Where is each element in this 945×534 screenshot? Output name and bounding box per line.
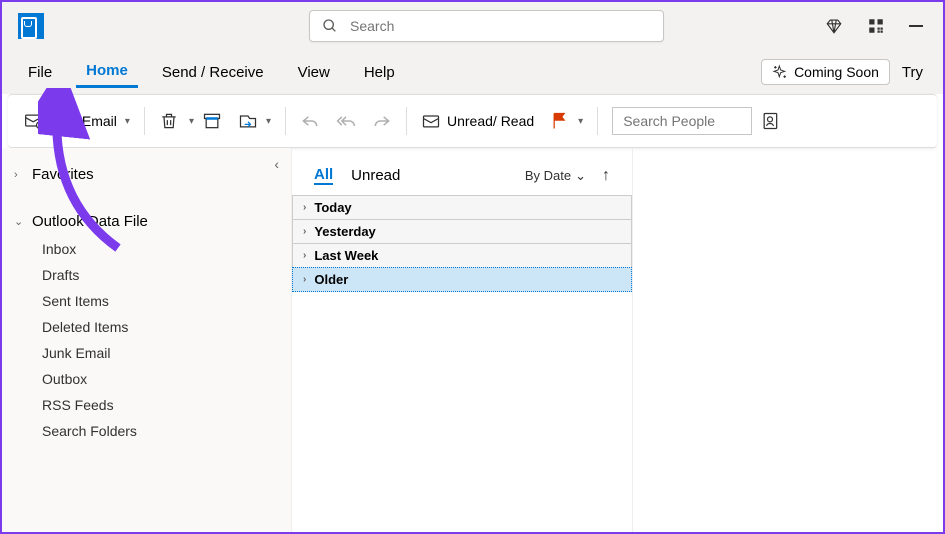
move-button[interactable]: ▾ xyxy=(230,107,279,135)
reply-all-icon xyxy=(336,111,356,131)
folder-search-folders[interactable]: Search Folders xyxy=(30,418,291,444)
group-today[interactable]: › Today xyxy=(292,195,632,219)
title-bar xyxy=(2,2,943,50)
filter-bar: All Unread By Date ⌄ ↑ xyxy=(292,166,632,195)
sparkle-icon xyxy=(772,64,788,80)
folder-sent-items[interactable]: Sent Items xyxy=(30,288,291,314)
tab-send-receive[interactable]: Send / Receive xyxy=(152,58,274,87)
search-icon xyxy=(322,18,338,34)
separator xyxy=(285,107,286,135)
archive-button[interactable] xyxy=(194,107,230,135)
group-label: Older xyxy=(314,272,348,287)
tab-home[interactable]: Home xyxy=(76,56,138,88)
filter-all[interactable]: All xyxy=(314,166,333,185)
reply-button[interactable] xyxy=(292,107,328,135)
data-file-section[interactable]: ⌄ Outlook Data File xyxy=(2,207,291,236)
data-file-label: Outlook Data File xyxy=(32,213,148,230)
tab-help[interactable]: Help xyxy=(354,58,405,87)
sort-by-button[interactable]: By Date ⌄ ↑ xyxy=(525,167,610,185)
group-last-week[interactable]: › Last Week xyxy=(292,243,632,267)
search-input[interactable] xyxy=(350,18,651,34)
tab-file[interactable]: File xyxy=(18,58,62,87)
tab-try[interactable]: Try xyxy=(898,58,927,87)
unread-read-button[interactable]: Unread/ Read xyxy=(413,107,542,135)
favorites-section[interactable]: › Favorites xyxy=(2,160,291,189)
sort-label: By Date xyxy=(525,168,571,183)
chevron-right-icon: › xyxy=(303,250,306,261)
new-email-icon xyxy=(24,111,44,131)
new-email-button[interactable]: New Email ▾ xyxy=(16,107,138,135)
group-label: Today xyxy=(314,200,351,215)
folder-rss-feeds[interactable]: RSS Feeds xyxy=(30,392,291,418)
address-book-icon xyxy=(760,111,780,131)
minimize-button[interactable] xyxy=(909,25,923,27)
flag-icon xyxy=(550,111,570,131)
search-box[interactable] xyxy=(309,10,664,42)
favorites-label: Favorites xyxy=(32,166,94,183)
separator xyxy=(144,107,145,135)
folder-outbox[interactable]: Outbox xyxy=(30,366,291,392)
chevron-right-icon: › xyxy=(303,202,306,213)
forward-icon xyxy=(372,111,392,131)
envelope-icon xyxy=(421,111,441,131)
search-people-input[interactable] xyxy=(612,107,752,135)
delete-button[interactable] xyxy=(151,107,187,135)
message-list-pane: All Unread By Date ⌄ ↑ › Today › Yesterday… xyxy=(292,148,632,532)
ribbon-toolbar: New Email ▾ ▾ ▾ Unread/ Read ▾ xyxy=(8,94,937,148)
outlook-logo-icon xyxy=(18,13,44,39)
archive-icon xyxy=(202,111,222,131)
chevron-down-icon: ⌄ xyxy=(14,215,28,228)
group-label: Yesterday xyxy=(314,224,375,239)
folder-drafts[interactable]: Drafts xyxy=(30,262,291,288)
folder-inbox[interactable]: Inbox xyxy=(30,236,291,262)
content-area: ‹ › Favorites ⌄ Outlook Data File Inbox … xyxy=(2,148,943,532)
group-label: Last Week xyxy=(314,248,378,263)
new-email-label: New Email xyxy=(50,113,117,129)
sort-direction-button[interactable]: ↑ xyxy=(602,167,610,185)
premium-icon[interactable] xyxy=(825,17,843,35)
chevron-down-icon: ▾ xyxy=(266,116,271,127)
group-yesterday[interactable]: › Yesterday xyxy=(292,219,632,243)
reply-icon xyxy=(300,111,320,131)
collapse-pane-button[interactable]: ‹ xyxy=(274,156,279,172)
qr-icon[interactable] xyxy=(867,17,885,35)
folder-deleted-items[interactable]: Deleted Items xyxy=(30,314,291,340)
chevron-right-icon: › xyxy=(303,274,306,285)
address-book-button[interactable] xyxy=(752,107,788,135)
trash-icon xyxy=(159,111,179,131)
folder-pane: ‹ › Favorites ⌄ Outlook Data File Inbox … xyxy=(2,148,292,532)
folder-junk-email[interactable]: Junk Email xyxy=(30,340,291,366)
ribbon-tabs: File Home Send / Receive View Help Comin… xyxy=(2,50,943,94)
reply-all-button[interactable] xyxy=(328,107,364,135)
chevron-right-icon: › xyxy=(303,226,306,237)
folder-list: Inbox Drafts Sent Items Deleted Items Ju… xyxy=(2,236,291,444)
move-icon xyxy=(238,111,258,131)
flag-button[interactable]: ▾ xyxy=(542,107,591,135)
separator xyxy=(597,107,598,135)
tab-view[interactable]: View xyxy=(288,58,340,87)
separator xyxy=(406,107,407,135)
filter-unread[interactable]: Unread xyxy=(351,167,400,184)
chevron-down-icon: ⌄ xyxy=(575,168,586,184)
unread-read-label: Unread/ Read xyxy=(447,113,534,129)
chevron-down-icon: ▾ xyxy=(578,116,583,127)
reading-pane xyxy=(632,148,943,532)
chevron-right-icon: › xyxy=(14,169,28,181)
coming-soon-button[interactable]: Coming Soon xyxy=(761,59,890,85)
forward-button[interactable] xyxy=(364,107,400,135)
chevron-down-icon[interactable]: ▾ xyxy=(125,116,130,127)
coming-soon-label: Coming Soon xyxy=(794,64,879,80)
group-older[interactable]: › Older xyxy=(292,267,632,292)
